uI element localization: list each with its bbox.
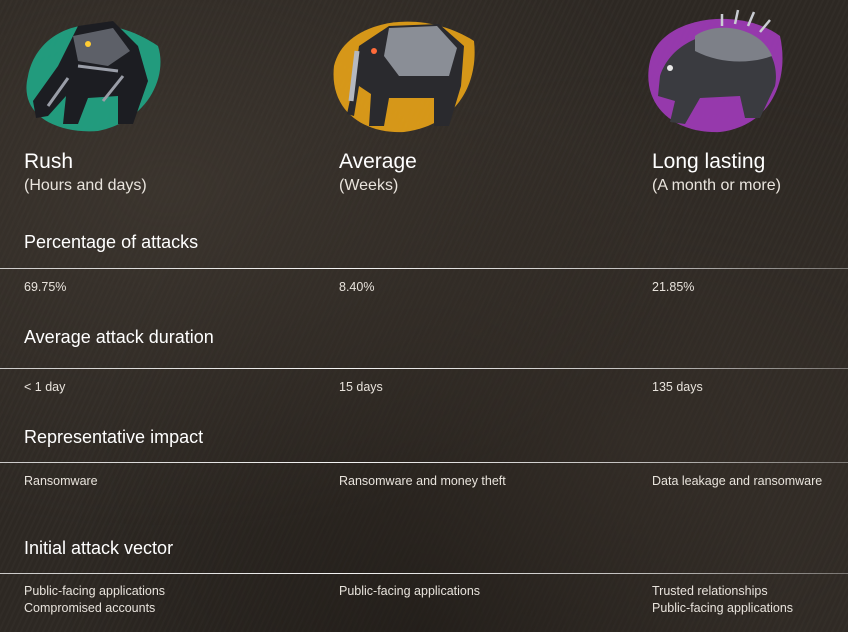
vector-line: Public-facing applications (339, 584, 481, 598)
value-rush-percentage: 69.75% (24, 280, 67, 294)
value-long-impact: Data leakage and ransomware (652, 474, 823, 488)
robot-panther-icon (26, 21, 161, 132)
value-average-vector: Public-facing applications (339, 583, 480, 600)
column-subtitle: (Weeks) (339, 177, 399, 194)
vector-line: Compromised accounts (24, 601, 156, 615)
column-subtitle: (Hours and days) (24, 177, 147, 194)
section-title-impact: Representative impact (24, 427, 204, 447)
column-header-long-lasting: Long lasting (A month or more) (648, 0, 848, 200)
value-average-percentage: 8.40% (339, 280, 375, 294)
value-average-impact: Ransomware and money theft (339, 474, 506, 488)
divider (0, 368, 848, 369)
vector-line: Public-facing applications (652, 601, 794, 615)
section-title-duration: Average attack duration (24, 327, 214, 347)
column-header-rush: Rush (Hours and days) (24, 0, 244, 200)
robot-elephant-icon (333, 21, 475, 133)
column-subtitle: (A month or more) (652, 177, 781, 194)
column-title: Long lasting (652, 150, 766, 173)
column-header-average: Average (Weeks) (333, 0, 559, 200)
value-long-duration: 135 days (652, 380, 703, 394)
value-rush-vector: Public-facing applications Compromised a… (24, 583, 165, 617)
column-title: Rush (24, 150, 74, 173)
column-title: Average (339, 150, 417, 173)
divider (0, 573, 848, 574)
value-long-vector: Trusted relationships Public-facing appl… (652, 583, 793, 617)
vector-line: Public-facing applications (24, 584, 166, 598)
section-title-vector: Initial attack vector (24, 538, 174, 558)
divider (0, 268, 848, 269)
value-rush-impact: Ransomware (24, 474, 98, 488)
value-average-duration: 15 days (339, 380, 383, 394)
robot-turtle-icon (648, 9, 783, 133)
value-rush-duration: < 1 day (24, 380, 66, 394)
value-long-percentage: 21.85% (652, 280, 695, 294)
section-title-percentage: Percentage of attacks (24, 232, 199, 252)
vector-line: Trusted relationships (652, 584, 768, 598)
divider (0, 462, 848, 463)
